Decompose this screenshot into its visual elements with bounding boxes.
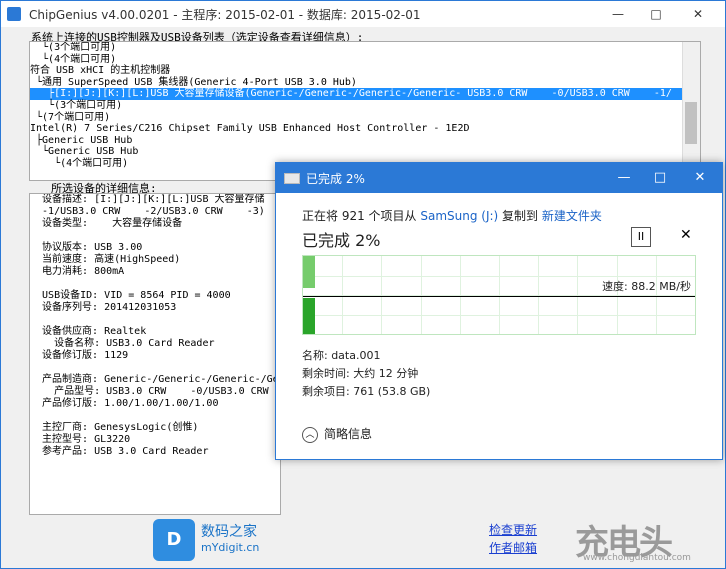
dialog-maximize-button[interactable]: □	[642, 163, 678, 193]
detail-line	[30, 314, 280, 326]
chevron-up-icon: ︿	[302, 426, 318, 443]
graph-gridline	[420, 256, 422, 334]
title-bar: ChipGenius v4.00.0201 - 主程序: 2015-02-01 …	[1, 1, 725, 27]
usb-device-tree[interactable]: └(3个端口可用) └(4个端口可用) 符合 USB xHCI 的主机控制器 └通…	[29, 41, 701, 181]
tree-item[interactable]: └通用 SuperSpeed USB 集线器(Generic 4-Port US…	[30, 77, 700, 89]
graph-gridline	[499, 256, 500, 334]
graph-gridline	[459, 256, 461, 334]
detail-line: 主控厂商: GenesysLogic(创惟)	[30, 422, 199, 433]
detail-line: 设备序列号: 201412031053	[30, 302, 177, 313]
device-detail-panel: 设备描述: [I:][J:][K:][L:]USB 大容量存储 -1/USB3.…	[29, 193, 281, 515]
speed-text: 速度: 88.2 MB/秒	[602, 280, 691, 293]
destination-link[interactable]: 新建文件夹	[542, 209, 602, 223]
less-info-label: 简略信息	[324, 427, 373, 441]
detail-line: 设备名称: USB3.0 Card Reader	[30, 338, 215, 349]
time-remaining: 剩余时间: 大约 12 分钟	[302, 367, 419, 380]
detail-line: -1/USB3.0 CRW -2/USB3.0 CRW -3)	[30, 206, 265, 217]
progress-fill-lower	[303, 298, 315, 334]
pause-button[interactable]: II	[631, 227, 651, 247]
graph-gridline	[577, 256, 579, 334]
detail-line	[30, 410, 280, 422]
detail-line: 设备描述: [I:][J:][K:][L:]USB 大容量存储	[30, 194, 265, 205]
copy-progress-dialog: 已完成 2% — □ ✕ 正在将 921 个项目从 SamSung (J:) 复…	[275, 162, 723, 460]
detail-line: 设备供应商: Realtek	[30, 326, 147, 337]
site-url[interactable]: mYdigit.cn	[201, 541, 259, 554]
tree-scrollbar[interactable]	[682, 42, 700, 180]
check-update-link[interactable]: 检查更新	[489, 521, 537, 538]
dialog-close-button[interactable]: ✕	[682, 163, 718, 193]
dialog-title-bar: 已完成 2% — □ ✕	[276, 163, 722, 193]
detail-line: 产品修订版: 1.00/1.00/1.00/1.00	[30, 398, 219, 409]
detail-line: 电力消耗: 800mA	[30, 266, 125, 277]
tree-item[interactable]: └(7个端口可用)	[30, 112, 700, 124]
tree-item[interactable]: └Generic USB Hub	[30, 146, 700, 158]
dialog-minimize-button[interactable]: —	[606, 163, 642, 193]
graph-gridline	[538, 256, 540, 334]
items-remaining: 剩余项目: 761 (53.8 GB)	[302, 385, 431, 398]
watermark-url: www.chongdiantou.com	[583, 553, 691, 563]
tree-item[interactable]: 符合 USB xHCI 的主机控制器	[30, 65, 700, 77]
app-icon	[7, 7, 21, 21]
speed-line	[303, 296, 695, 297]
graph-gridline	[342, 256, 344, 334]
percent-complete: 已完成 2%	[302, 231, 381, 250]
speed-graph: 速度: 88.2 MB/秒	[302, 255, 696, 335]
copy-status-line: 正在将 921 个项目从 SamSung (J:) 复制到 新建文件夹	[302, 207, 602, 224]
minimize-button[interactable]: —	[597, 1, 639, 27]
graph-gridline	[655, 256, 657, 334]
detail-line: 产品型号: USB3.0 CRW -0/USB3.0 CRW	[30, 386, 269, 397]
copy-status-prefix: 正在将 921 个项目从	[302, 209, 421, 223]
cancel-copy-button[interactable]: ✕	[680, 227, 692, 243]
copy-icon	[284, 173, 300, 184]
file-name: 名称: data.001	[302, 349, 381, 362]
detail-line: USB设备ID: VID = 8564 PID = 4000	[30, 290, 231, 301]
window-title: ChipGenius v4.00.0201 - 主程序: 2015-02-01 …	[29, 8, 421, 22]
detail-line: 设备类型: 大容量存储设备	[30, 218, 183, 229]
tree-item[interactable]: └(3个端口可用)	[30, 100, 700, 112]
detail-line: 协议版本: USB 3.00	[30, 242, 143, 253]
detail-line: 参考产品: USB 3.0 Card Reader	[30, 446, 209, 457]
detail-line	[30, 230, 280, 242]
footer: D 数码之家 mYdigit.cn 检查更新 作者邮箱 充电头 www.chon…	[1, 513, 725, 569]
scrollbar-thumb[interactable]	[685, 102, 697, 144]
copy-status-mid: 复制到	[498, 209, 542, 223]
dialog-title: 已完成 2%	[306, 172, 365, 186]
less-info-toggle[interactable]: ︿ 简略信息	[302, 425, 372, 443]
author-email-link[interactable]: 作者邮箱	[489, 539, 537, 556]
tree-item[interactable]: ├Generic USB Hub	[30, 135, 700, 147]
detail-line: 设备修订版: 1129	[30, 350, 129, 361]
graph-gridline	[381, 256, 383, 334]
mydigit-logo[interactable]: D	[153, 519, 195, 561]
detail-line: 主控型号: GL3220	[30, 434, 131, 445]
detail-line: 产品制造商: Generic-/Generic-/Generic-/Ge	[30, 374, 279, 385]
source-link[interactable]: SamSung (J:)	[420, 209, 498, 223]
tree-item[interactable]: └(4个端口可用)	[30, 54, 700, 66]
tree-item[interactable]: Intel(R) 7 Series/C216 Chipset Family US…	[30, 123, 700, 135]
detail-line: 当前速度: 高速(HighSpeed)	[30, 254, 181, 265]
close-button[interactable]: ✕	[677, 1, 719, 27]
maximize-button[interactable]: □	[635, 1, 677, 27]
tree-item[interactable]: ├[I:][J:][K:][L:]USB 大容量存储设备(Generic-/Ge…	[30, 88, 700, 100]
tree-item[interactable]: └(3个端口可用)	[30, 42, 700, 54]
detail-line	[30, 362, 280, 374]
progress-fill-upper	[303, 256, 315, 288]
graph-gridline	[616, 256, 618, 334]
detail-line	[30, 278, 280, 290]
site-name[interactable]: 数码之家	[201, 521, 257, 541]
